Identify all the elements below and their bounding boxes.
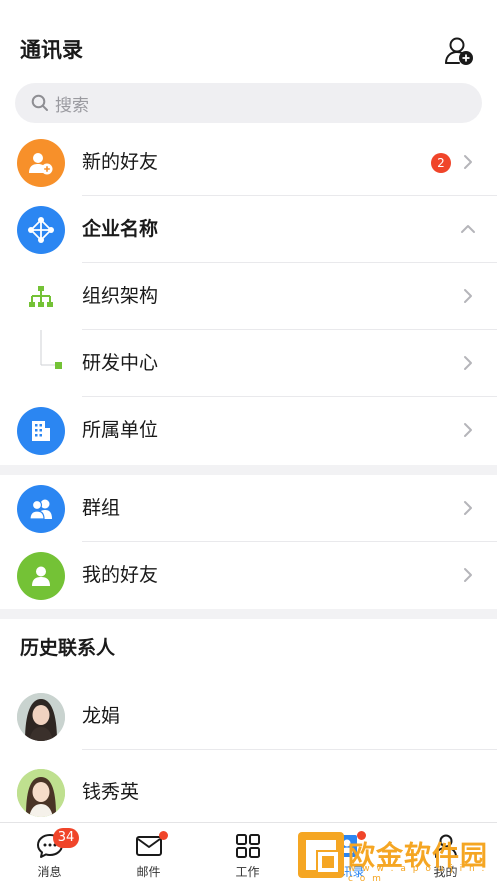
group-icon: [17, 485, 65, 533]
search-input[interactable]: 搜索: [15, 83, 482, 123]
contact-avatar: [17, 693, 65, 741]
contact-name: 钱秀英: [82, 781, 140, 803]
section-divider: [0, 609, 497, 619]
my-friends-label: 我的好友: [82, 564, 159, 586]
chevron-right-icon: [464, 356, 472, 370]
my-friends-row[interactable]: 我的好友: [0, 542, 497, 609]
enterprise-row[interactable]: 企业名称: [0, 196, 497, 263]
rnd-center-label: 研发中心: [82, 352, 159, 374]
section-divider: [0, 465, 497, 475]
org-structure-label: 组织架构: [82, 285, 159, 307]
search-icon: [31, 94, 48, 111]
tab-label: 工作: [235, 865, 260, 879]
tree-branch-icon: [40, 330, 62, 369]
tab-work[interactable]: 工作: [198, 823, 297, 884]
new-friends-row[interactable]: 新的好友 2: [0, 129, 497, 196]
tab-contacts[interactable]: 通讯录: [297, 823, 396, 884]
notification-dot: [357, 831, 366, 840]
bottom-tab-bar: 34 消息 邮件 工作 通讯录 我的: [0, 822, 497, 884]
chevron-right-icon: [464, 423, 472, 437]
network-icon: [17, 206, 65, 254]
chevron-right-icon: [464, 155, 472, 169]
tab-label: 消息: [37, 865, 62, 879]
chevron-right-icon: [464, 289, 472, 303]
unread-badge: 34: [53, 828, 79, 848]
contact-avatar: [17, 769, 65, 817]
chevron-up-icon: [461, 225, 475, 233]
groups-label: 群组: [82, 497, 121, 519]
tab-me[interactable]: 我的: [396, 823, 495, 884]
tab-messages[interactable]: 34 消息: [0, 823, 99, 884]
grid-icon: [236, 834, 260, 858]
page-title: 通讯录: [20, 38, 83, 62]
notification-dot: [159, 831, 168, 840]
new-friends-label: 新的好友: [82, 151, 159, 173]
building-icon: [17, 407, 65, 455]
groups-row[interactable]: 群组: [0, 475, 497, 542]
new-friend-icon: [17, 139, 65, 187]
add-user-icon[interactable]: [442, 34, 476, 68]
person-icon: [17, 552, 65, 600]
tab-label: 通讯录: [328, 865, 365, 879]
tab-label: 我的: [433, 865, 458, 879]
header: 通讯录: [0, 0, 497, 82]
new-friends-badge: 2: [431, 153, 451, 173]
unit-label: 所属单位: [82, 419, 159, 441]
enterprise-label: 企业名称: [82, 218, 159, 240]
org-structure-row[interactable]: 组织架构: [0, 263, 497, 330]
contact-row[interactable]: 钱秀英: [0, 759, 497, 826]
chevron-right-icon: [464, 501, 472, 515]
history-contacts-title: 历史联系人: [20, 637, 116, 659]
search-placeholder: 搜索: [55, 95, 89, 116]
row-divider: [82, 749, 497, 750]
chevron-right-icon: [464, 568, 472, 582]
rnd-center-row[interactable]: 研发中心: [0, 330, 497, 397]
contact-name: 龙娟: [82, 705, 121, 727]
profile-icon: [435, 834, 457, 858]
unit-row[interactable]: 所属单位: [0, 397, 497, 464]
contact-row[interactable]: 龙娟: [0, 683, 497, 750]
tab-mail[interactable]: 邮件: [99, 823, 198, 884]
org-chart-icon: [29, 286, 53, 307]
tab-label: 邮件: [136, 865, 161, 879]
